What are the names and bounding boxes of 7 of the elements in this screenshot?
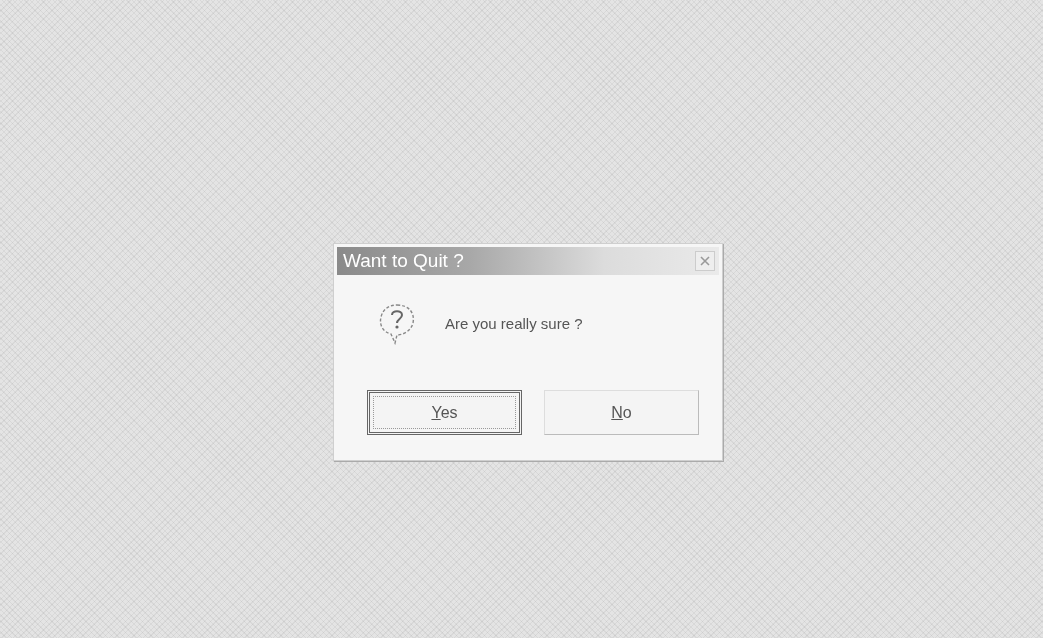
close-button[interactable] — [695, 251, 715, 271]
dialog-button[interactable]: No — [544, 390, 699, 435]
window-title: Want to Quit ? — [343, 250, 464, 272]
dialog-button[interactable]: Yes — [367, 390, 522, 435]
message-text: Are you really sure ? — [445, 314, 583, 332]
question-bubble-icon — [377, 301, 417, 345]
close-icon — [700, 256, 710, 266]
